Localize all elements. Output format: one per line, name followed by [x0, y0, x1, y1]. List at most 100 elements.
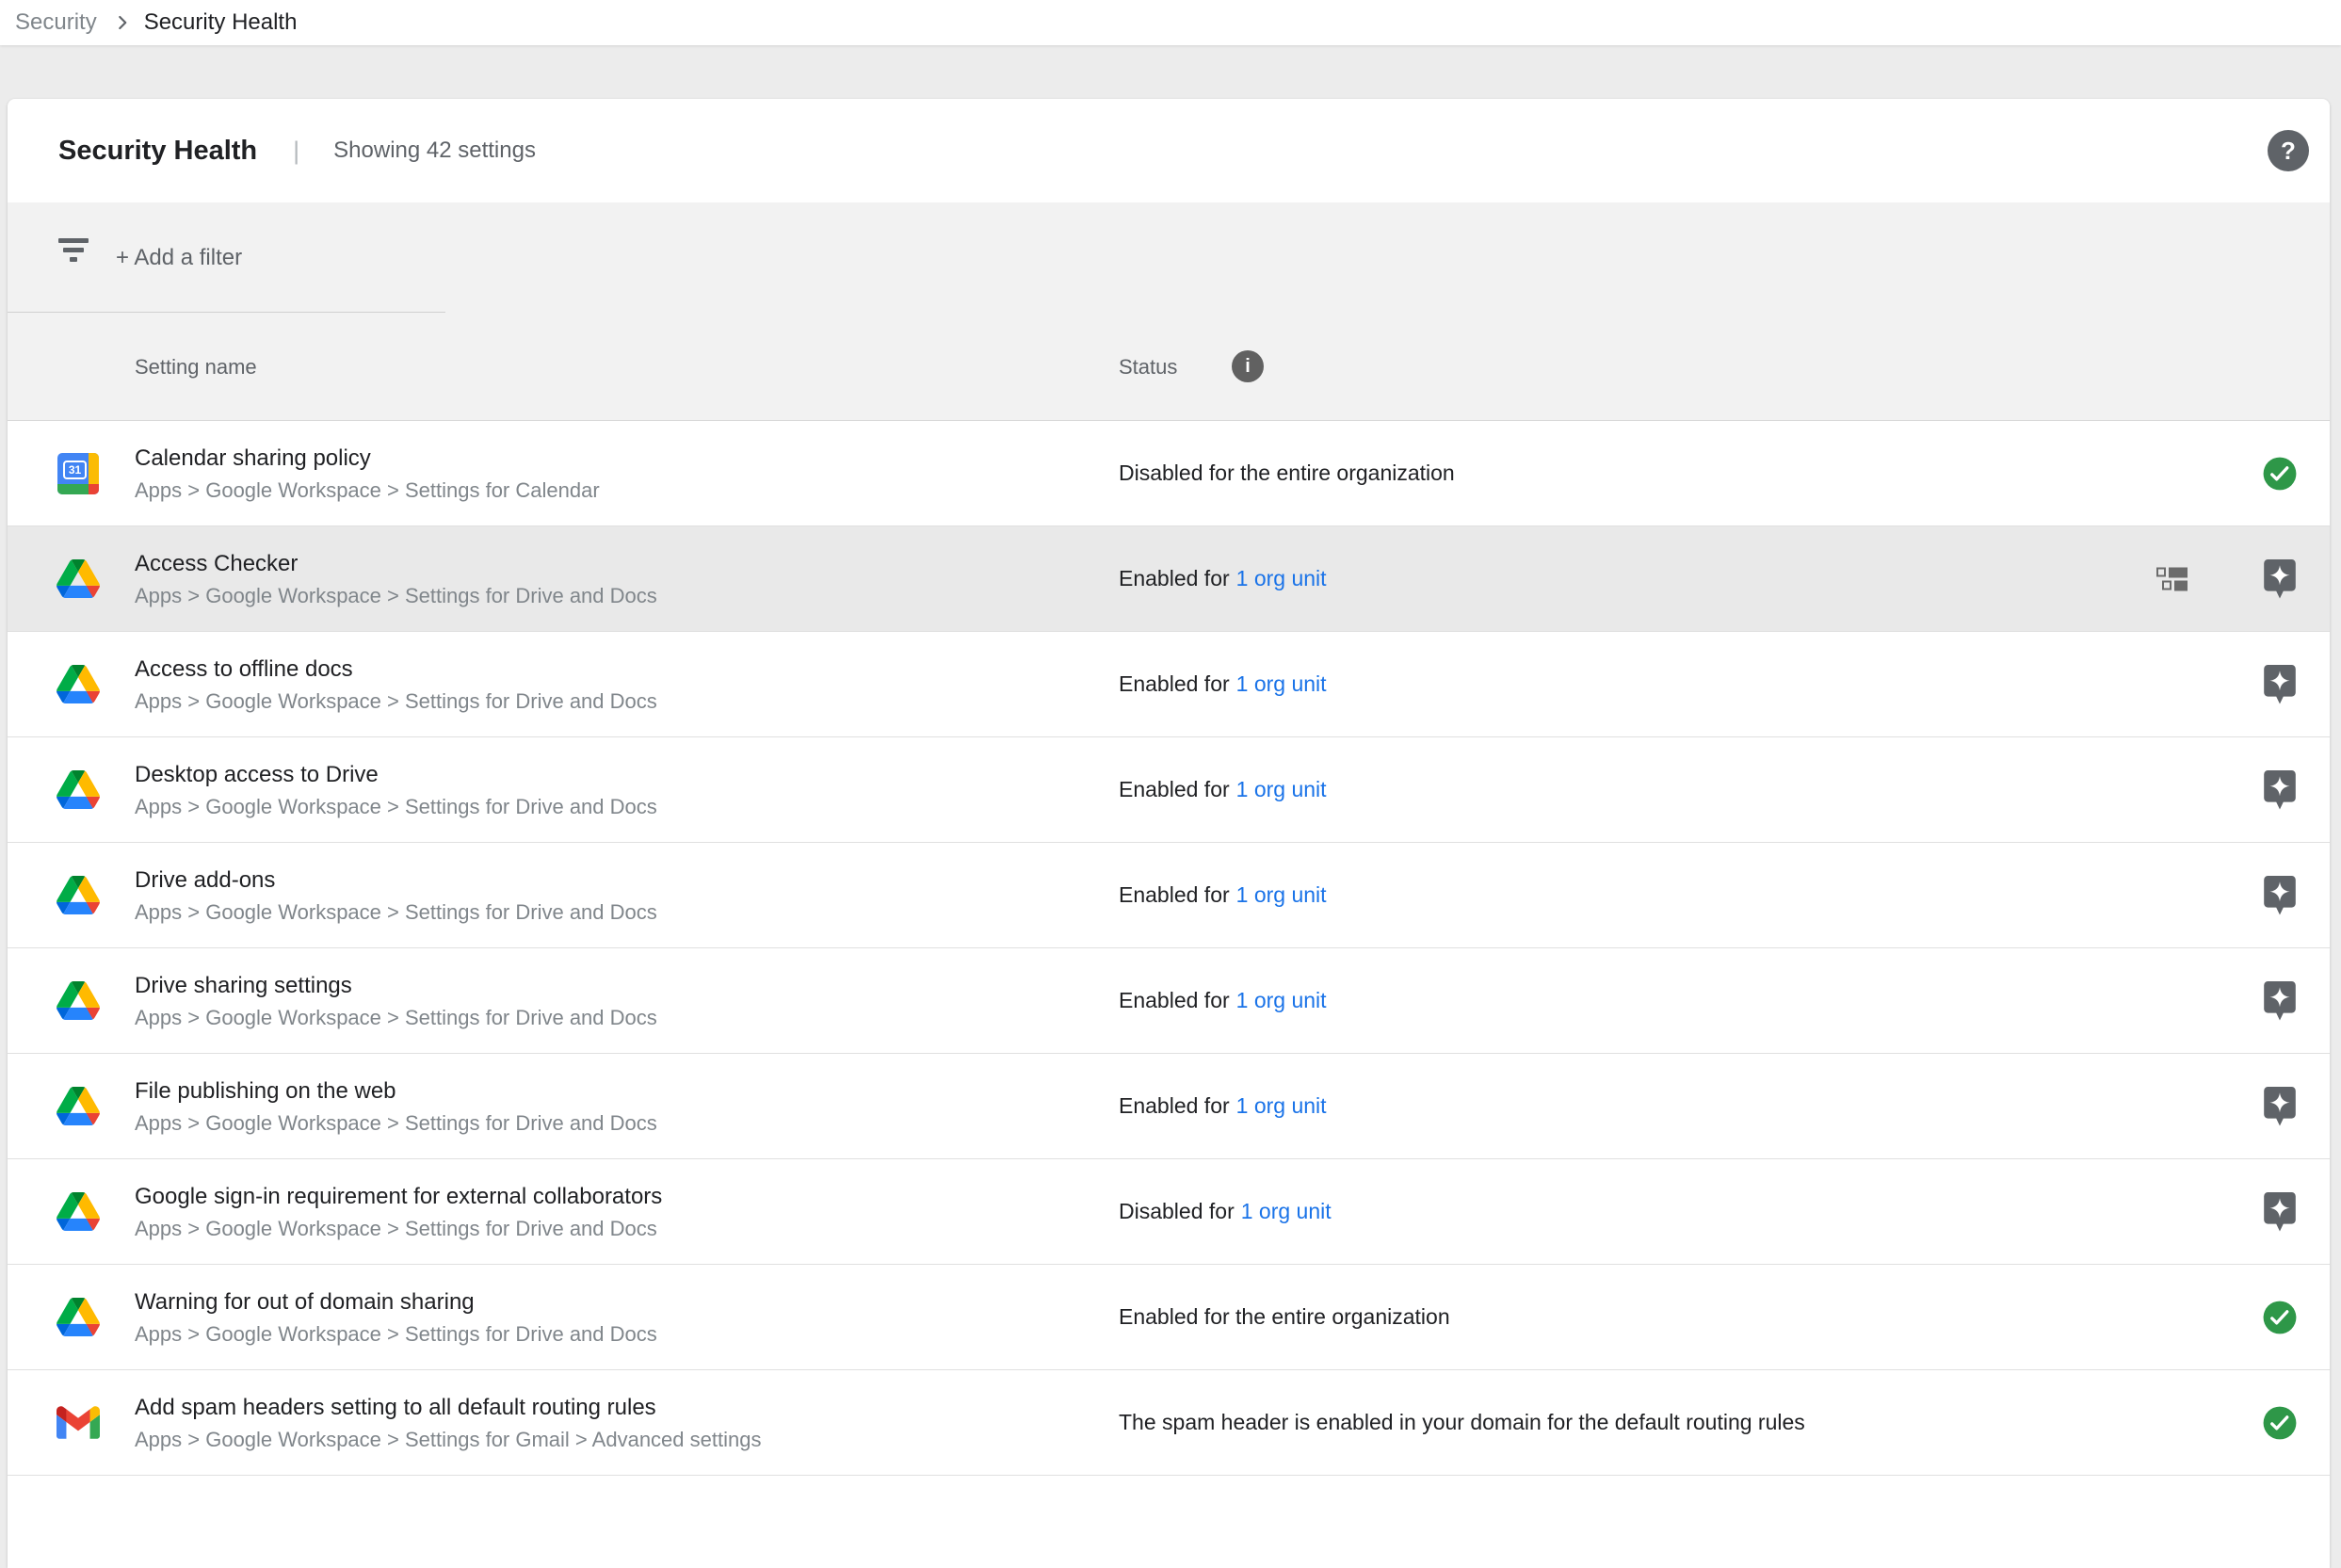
status-org-unit-link[interactable]: 1 org unit	[1236, 777, 1327, 802]
drive-icon	[57, 770, 100, 809]
status-text: Enabled for	[1119, 988, 1230, 1013]
card-header: Security Health | Showing 42 settings ?	[8, 99, 2330, 202]
add-filter-button[interactable]: + Add a filter	[116, 202, 242, 313]
setting-path: Apps > Google Workspace > Settings for D…	[135, 689, 657, 714]
recommendation-flag-icon[interactable]	[2264, 1087, 2296, 1126]
table-row[interactable]: Warning for out of domain sharing Apps >…	[8, 1265, 2330, 1370]
recommendation-flag-icon[interactable]	[2264, 876, 2296, 915]
toolbar-band: + Add a filter Setting name Status i	[8, 202, 2330, 421]
setting-path: Apps > Google Workspace > Settings for D…	[135, 1322, 657, 1347]
app-icon-slot	[52, 737, 105, 842]
table-row[interactable]: Add spam headers setting to all default …	[8, 1370, 2330, 1476]
status-ok-icon	[2262, 456, 2298, 492]
setting-name: File publishing on the web	[135, 1077, 657, 1106]
trailing-icon-slot	[2258, 1159, 2301, 1264]
setting-name: Access Checker	[135, 550, 657, 578]
setting-name: Add spam headers setting to all default …	[135, 1394, 761, 1422]
app-icon-slot	[52, 843, 105, 947]
drive-icon	[57, 876, 100, 914]
setting-path: Apps > Google Workspace > Settings for C…	[135, 478, 600, 503]
setting-text: Warning for out of domain sharing Apps >…	[135, 1288, 657, 1347]
recommendation-flag-icon[interactable]	[2264, 1192, 2296, 1232]
recommendation-flag-icon[interactable]	[2264, 981, 2296, 1021]
status-cell: Enabled for 1 org unit	[1119, 948, 1327, 1053]
setting-text: File publishing on the web Apps > Google…	[135, 1077, 657, 1136]
breadcrumb-parent-link[interactable]: Security	[15, 9, 97, 36]
setting-name: Drive sharing settings	[135, 972, 657, 1000]
setting-text: Desktop access to Drive Apps > Google Wo…	[135, 761, 657, 819]
trailing-icon-slot	[2258, 1370, 2301, 1475]
status-text: Disabled for the entire organization	[1119, 461, 1455, 486]
status-cell: Enabled for the entire organization	[1119, 1265, 1450, 1369]
drive-icon	[57, 1192, 100, 1231]
column-header-setting-name: Setting name	[135, 313, 257, 421]
table-row[interactable]: Google sign-in requirement for external …	[8, 1159, 2330, 1265]
chevron-right-icon	[110, 10, 135, 35]
status-cell: Enabled for 1 org unit	[1119, 526, 1327, 631]
trailing-icon-slot	[2258, 1054, 2301, 1158]
setting-name: Drive add-ons	[135, 866, 657, 895]
setting-name: Calendar sharing policy	[135, 445, 600, 473]
table-row[interactable]: Access to offline docs Apps > Google Wor…	[8, 632, 2330, 737]
app-icon-slot	[52, 1370, 105, 1475]
setting-path: Apps > Google Workspace > Settings for D…	[135, 1111, 657, 1136]
recommendation-flag-icon[interactable]	[2264, 559, 2296, 599]
status-text: Enabled for	[1119, 777, 1230, 802]
settings-count: Showing 42 settings	[333, 137, 536, 164]
table-row[interactable]: Drive add-ons Apps > Google Workspace > …	[8, 843, 2330, 948]
table-row[interactable]: Access Checker Apps > Google Workspace >…	[8, 526, 2330, 632]
security-health-page: { "breadcrumb": { "parent": "Security", …	[0, 0, 2341, 1463]
status-org-unit-link[interactable]: 1 org unit	[1236, 882, 1327, 908]
status-org-unit-link[interactable]: 1 org unit	[1236, 671, 1327, 697]
status-cell: Disabled for 1 org unit	[1119, 1159, 1332, 1264]
status-cell: Enabled for 1 org unit	[1119, 843, 1327, 947]
app-icon-slot	[52, 948, 105, 1053]
status-ok-icon	[2262, 1405, 2298, 1441]
status-text: Disabled for	[1119, 1199, 1235, 1224]
gmail-icon	[57, 1406, 100, 1439]
title-divider: |	[293, 137, 299, 166]
status-org-unit-link[interactable]: 1 org unit	[1241, 1199, 1332, 1224]
table-row[interactable]: Drive sharing settings Apps > Google Wor…	[8, 948, 2330, 1054]
status-text: Enabled for	[1119, 882, 1230, 908]
security-health-card: Security Health | Showing 42 settings ? …	[8, 99, 2330, 1568]
filter-bar: + Add a filter	[8, 202, 2330, 313]
status-cell: Enabled for 1 org unit	[1119, 737, 1327, 842]
column-header-status: Status	[1119, 313, 1177, 421]
status-org-unit-link[interactable]: 1 org unit	[1236, 1093, 1327, 1119]
setting-name: Warning for out of domain sharing	[135, 1288, 657, 1317]
trailing-icon-slot	[2258, 737, 2301, 842]
recommendation-flag-icon[interactable]	[2264, 665, 2296, 704]
table-row[interactable]: 31 Calendar sharing policy Apps > Google…	[8, 421, 2330, 526]
page-title: Security Health	[58, 136, 257, 167]
setting-path: Apps > Google Workspace > Settings for D…	[135, 1217, 662, 1241]
setting-text: Calendar sharing policy Apps > Google Wo…	[135, 445, 600, 503]
setting-path: Apps > Google Workspace > Settings for D…	[135, 900, 657, 925]
trailing-icon-slot	[2258, 421, 2301, 525]
setting-path: Apps > Google Workspace > Settings for D…	[135, 584, 657, 608]
status-org-unit-link[interactable]: 1 org unit	[1236, 566, 1327, 591]
calendar-icon: 31	[57, 453, 99, 494]
settings-table-body: 31 Calendar sharing policy Apps > Google…	[8, 421, 2330, 1476]
status-text: The spam header is enabled in your domai…	[1119, 1410, 1805, 1435]
table-row[interactable]: File publishing on the web Apps > Google…	[8, 1054, 2330, 1159]
setting-text: Google sign-in requirement for external …	[135, 1183, 662, 1241]
setting-text: Access to offline docs Apps > Google Wor…	[135, 655, 657, 714]
status-cell: Enabled for 1 org unit	[1119, 632, 1327, 736]
setting-name: Desktop access to Drive	[135, 761, 657, 789]
setting-path: Apps > Google Workspace > Settings for G…	[135, 1428, 761, 1452]
table-row[interactable]: Desktop access to Drive Apps > Google Wo…	[8, 737, 2330, 843]
help-icon[interactable]: ?	[2268, 130, 2309, 171]
status-org-unit-link[interactable]: 1 org unit	[1236, 988, 1327, 1013]
app-icon-slot	[52, 1054, 105, 1158]
trailing-icon-slot	[2258, 948, 2301, 1053]
status-cell: Disabled for the entire organization	[1119, 421, 1455, 525]
app-icon-slot	[52, 1265, 105, 1369]
table-header: Setting name Status i	[8, 313, 2330, 421]
drive-icon	[57, 1087, 100, 1125]
setting-text: Add spam headers setting to all default …	[135, 1394, 761, 1452]
filter-list-icon[interactable]	[52, 238, 95, 276]
status-ok-icon	[2262, 1300, 2298, 1335]
recommendation-flag-icon[interactable]	[2264, 770, 2296, 810]
status-info-icon[interactable]: i	[1232, 350, 1264, 382]
